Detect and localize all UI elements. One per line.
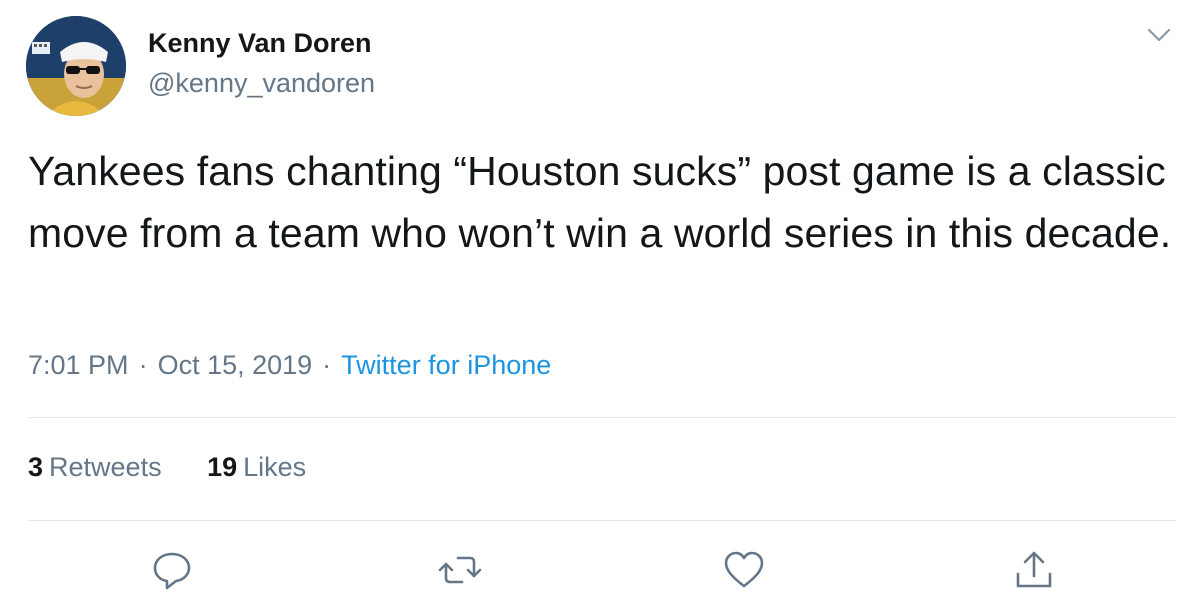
heart-icon bbox=[724, 551, 764, 588]
retweets-label: Retweets bbox=[49, 452, 162, 482]
reply-icon bbox=[153, 552, 191, 590]
tweet-source-link[interactable]: Twitter for iPhone bbox=[341, 350, 551, 380]
divider bbox=[28, 417, 1176, 418]
author-name[interactable]: Kenny Van Doren bbox=[148, 28, 372, 59]
share-icon bbox=[1016, 551, 1052, 588]
likes-label: Likes bbox=[243, 452, 307, 482]
likes-stat[interactable]: 19 Likes bbox=[207, 452, 306, 483]
author-handle[interactable]: @kenny_vandoren bbox=[148, 68, 375, 99]
like-button[interactable] bbox=[722, 548, 766, 592]
share-button[interactable] bbox=[1012, 548, 1056, 592]
divider bbox=[28, 520, 1176, 521]
avatar[interactable] bbox=[26, 16, 126, 116]
retweets-count: 3 bbox=[28, 452, 44, 482]
reply-button[interactable] bbox=[150, 548, 194, 592]
likes-count: 19 bbox=[207, 452, 238, 482]
separator: · bbox=[322, 350, 332, 380]
chevron-down-icon[interactable] bbox=[1146, 26, 1172, 44]
tweet-text: Yankees fans chanting “Houston sucks” po… bbox=[28, 148, 1172, 256]
avatar-image bbox=[26, 16, 126, 116]
retweet-icon bbox=[438, 556, 482, 584]
retweet-button[interactable] bbox=[438, 548, 482, 592]
tweet-time[interactable]: 7:01 PM bbox=[28, 350, 129, 380]
separator: · bbox=[138, 350, 148, 380]
engagement-stats: 3 Retweets 19 Likes bbox=[28, 452, 344, 483]
tweet-date[interactable]: Oct 15, 2019 bbox=[158, 350, 313, 380]
tweet-meta: 7:01 PM · Oct 15, 2019 · Twitter for iPhone bbox=[28, 350, 551, 381]
retweets-stat[interactable]: 3 Retweets bbox=[28, 452, 162, 483]
